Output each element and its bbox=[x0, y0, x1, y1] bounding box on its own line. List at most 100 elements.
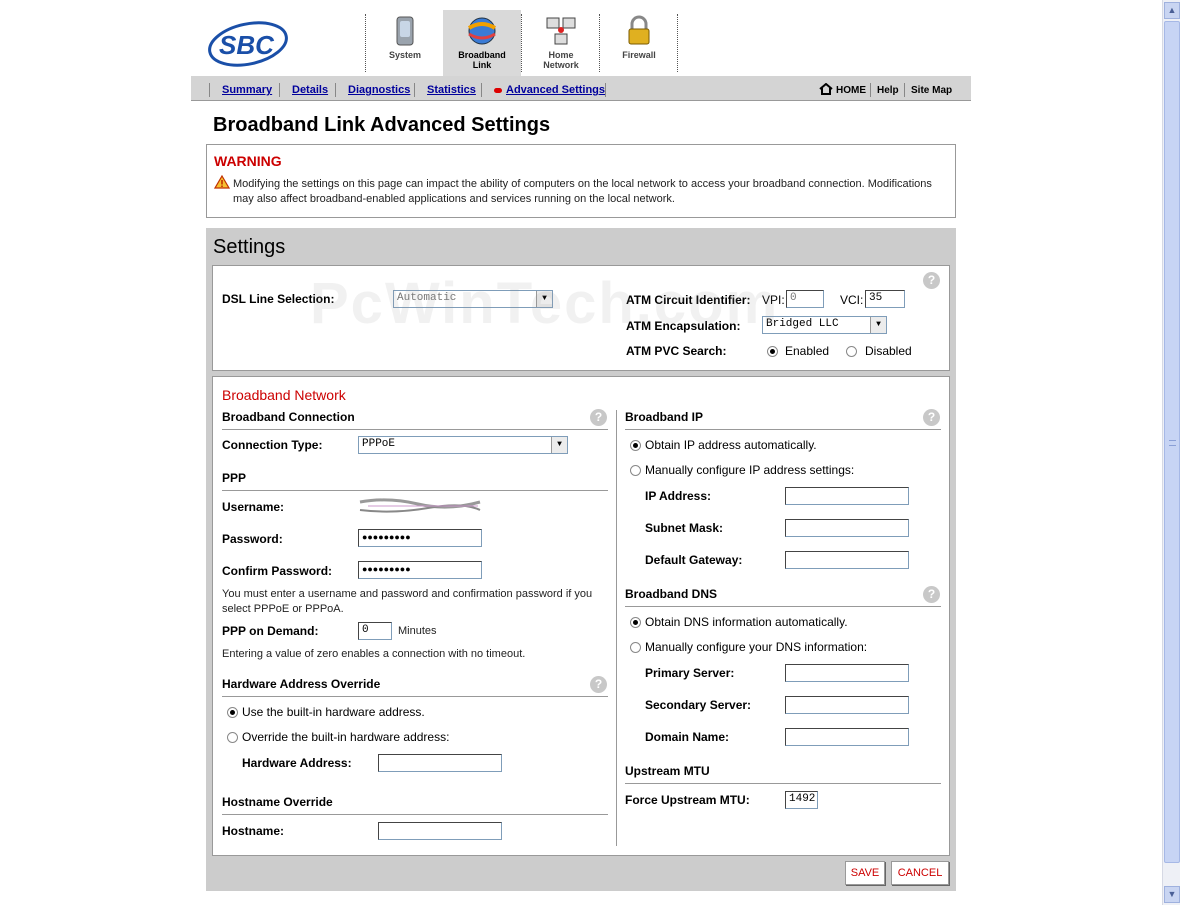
dns-manual-label: Manually configure your DNS information: bbox=[645, 640, 868, 654]
nav-separator bbox=[677, 14, 678, 72]
subnav-summary-link[interactable]: Summary bbox=[222, 84, 272, 96]
nav-label: Broadband bbox=[458, 50, 506, 60]
scroll-down-icon[interactable]: ▼ bbox=[1164, 886, 1180, 903]
dns-auto-label: Obtain DNS information automatically. bbox=[645, 615, 848, 629]
chevron-down-icon: ▼ bbox=[551, 437, 567, 453]
home-link[interactable]: HOME bbox=[836, 85, 866, 96]
atm-circuit-label: ATM Circuit Identifier: bbox=[626, 293, 751, 307]
username-label: Username: bbox=[222, 500, 285, 514]
hw-builtin-radio[interactable] bbox=[227, 707, 238, 718]
force-mtu-label: Force Upstream MTU: bbox=[625, 793, 750, 807]
nav-tab-home-network[interactable]: Home Network bbox=[522, 10, 600, 76]
subnav-separator bbox=[209, 83, 210, 97]
subnav-separator bbox=[605, 83, 606, 97]
subnav-statistics-link[interactable]: Statistics bbox=[427, 84, 476, 96]
ip-address-input[interactable] bbox=[785, 487, 909, 505]
warning-text: Modifying the settings on this page can … bbox=[233, 178, 932, 205]
help-link[interactable]: Help bbox=[877, 85, 899, 96]
cancel-button[interactable]: CANCEL bbox=[891, 861, 949, 885]
sub-navigation: Summary Details Diagnostics Statistics A… bbox=[191, 76, 971, 101]
help-icon[interactable]: ? bbox=[590, 676, 607, 693]
page-title: Broadband Link Advanced Settings bbox=[213, 114, 551, 136]
subnav-separator bbox=[279, 83, 280, 97]
upstream-mtu-section: Upstream MTU bbox=[625, 764, 710, 778]
hw-override-radio[interactable] bbox=[227, 732, 238, 743]
subnav-separator bbox=[481, 83, 482, 97]
hostname-input[interactable] bbox=[378, 822, 502, 840]
nav-label: Network bbox=[543, 60, 579, 70]
divider bbox=[222, 429, 608, 430]
subnet-mask-input[interactable] bbox=[785, 519, 909, 537]
warning-box: WARNING Modifying the settings on this p… bbox=[206, 144, 956, 218]
divider bbox=[222, 696, 608, 697]
divider bbox=[625, 606, 941, 607]
primary-server-label: Primary Server: bbox=[645, 666, 735, 680]
scrollbar-thumb[interactable] bbox=[1164, 21, 1180, 863]
username-redacted-field[interactable] bbox=[358, 496, 483, 516]
current-page-marker bbox=[494, 88, 502, 93]
settings-title: Settings bbox=[213, 236, 286, 258]
ip-manual-radio[interactable] bbox=[630, 465, 641, 476]
pvc-disabled-label: Disabled bbox=[865, 344, 912, 358]
connection-type-select[interactable]: PPPoE ▼ bbox=[358, 436, 568, 454]
site-map-link[interactable]: Site Map bbox=[911, 85, 952, 96]
confirm-password-label: Confirm Password: bbox=[222, 564, 333, 578]
nav-tab-system[interactable]: System bbox=[366, 10, 444, 76]
broadband-dns-section: Broadband DNS bbox=[625, 587, 718, 601]
help-icon[interactable]: ? bbox=[923, 586, 940, 603]
atm-encapsulation-select[interactable]: Bridged LLC ▼ bbox=[762, 316, 887, 334]
subnav-advanced-settings-link[interactable]: Advanced Settings bbox=[506, 84, 605, 96]
ip-auto-label: Obtain IP address automatically. bbox=[645, 438, 817, 452]
ppp-section: PPP bbox=[222, 471, 247, 485]
pvc-enabled-radio[interactable] bbox=[767, 346, 778, 357]
help-icon[interactable]: ? bbox=[923, 409, 940, 426]
demand-note: Entering a value of zero enables a conne… bbox=[222, 648, 526, 660]
ip-auto-radio[interactable] bbox=[630, 440, 641, 451]
chevron-down-icon: ▼ bbox=[536, 291, 552, 307]
dsl-line-select[interactable]: Automatic ▼ bbox=[393, 290, 553, 308]
grip-icon bbox=[1169, 440, 1176, 446]
atm-pvc-search-label: ATM PVC Search: bbox=[626, 344, 727, 358]
password-input[interactable]: ●●●●●●●●● bbox=[358, 529, 482, 547]
network-icon bbox=[546, 17, 576, 45]
scroll-up-icon[interactable]: ▲ bbox=[1164, 2, 1180, 19]
secondary-server-input[interactable] bbox=[785, 696, 909, 714]
dns-auto-radio[interactable] bbox=[630, 617, 641, 628]
nav-label: Firewall bbox=[622, 50, 656, 60]
subnav-diagnostics-link[interactable]: Diagnostics bbox=[348, 84, 410, 96]
warning-icon bbox=[214, 175, 230, 189]
broadband-connection-section: Broadband Connection bbox=[222, 410, 355, 424]
hw-builtin-label: Use the built-in hardware address. bbox=[242, 705, 425, 719]
hardware-address-section: Hardware Address Override bbox=[222, 677, 381, 691]
connection-type-label: Connection Type: bbox=[222, 438, 323, 452]
nav-tab-broadband-link[interactable]: Broadband Link bbox=[443, 10, 521, 76]
force-mtu-input[interactable]: 1492 bbox=[785, 791, 818, 809]
pvc-disabled-radio[interactable] bbox=[846, 346, 857, 357]
nav-tab-firewall[interactable]: Firewall bbox=[600, 10, 678, 76]
nav-label: Link bbox=[472, 60, 492, 70]
confirm-password-input[interactable]: ●●●●●●●●● bbox=[358, 561, 482, 579]
default-gateway-input[interactable] bbox=[785, 551, 909, 569]
atm-encapsulation-label: ATM Encapsulation: bbox=[626, 319, 741, 333]
hardware-address-input[interactable] bbox=[378, 754, 502, 772]
vpi-label: VPI: bbox=[762, 293, 785, 307]
help-icon[interactable]: ? bbox=[923, 272, 940, 289]
hostname-section: Hostname Override bbox=[222, 795, 333, 809]
ppp-on-demand-input[interactable]: 0 bbox=[358, 622, 392, 640]
vci-label: VCI: bbox=[840, 293, 864, 307]
pvc-enabled-label: Enabled bbox=[785, 344, 830, 358]
column-divider bbox=[616, 410, 617, 846]
dsl-line-label: DSL Line Selection: bbox=[222, 292, 335, 306]
divider bbox=[222, 490, 608, 491]
vci-input[interactable]: 35 bbox=[865, 290, 905, 308]
save-button[interactable]: SAVE bbox=[845, 861, 885, 885]
dns-manual-radio[interactable] bbox=[630, 642, 641, 653]
primary-server-input[interactable] bbox=[785, 664, 909, 682]
vpi-input[interactable]: 0 bbox=[786, 290, 824, 308]
chevron-down-icon: ▼ bbox=[870, 317, 886, 333]
domain-name-input[interactable] bbox=[785, 728, 909, 746]
subnav-separator bbox=[414, 83, 415, 97]
subnav-details-link[interactable]: Details bbox=[292, 84, 328, 96]
help-icon[interactable]: ? bbox=[590, 409, 607, 426]
vertical-scrollbar[interactable]: ▲ ▼ bbox=[1162, 0, 1180, 905]
